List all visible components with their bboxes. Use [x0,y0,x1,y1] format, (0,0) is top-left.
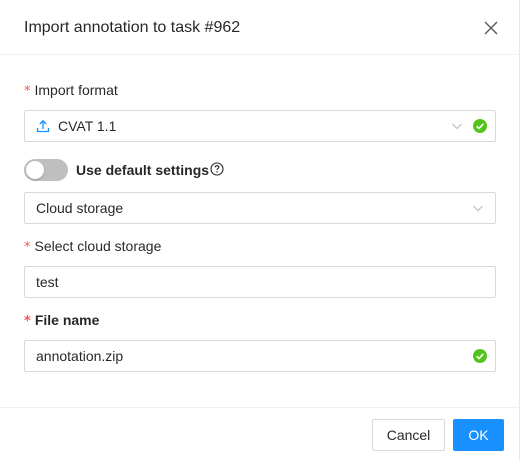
switch-knob [26,161,44,179]
file-name-input[interactable]: annotation.zip [24,340,496,372]
chevron-down-icon [452,123,462,130]
required-mark: * [24,314,31,329]
storage-source-value: Cloud storage [36,200,124,216]
check-circle-icon [473,349,487,363]
import-format-label: * Import format [24,80,118,102]
use-default-settings-label: Use default settings [76,162,210,178]
import-format-value: CVAT 1.1 [58,118,117,134]
import-format-select[interactable]: CVAT 1.1 [24,110,496,142]
modal-title: Import annotation to task #962 [24,19,241,36]
close-icon[interactable] [480,17,502,39]
file-name-value: annotation.zip [36,348,124,364]
modal-header: Import annotation to task #962 [0,0,520,55]
import-format-label-text: Import format [34,82,118,98]
use-default-settings-switch[interactable] [24,159,68,181]
cloud-storage-value: test [36,274,59,290]
ok-button[interactable]: OK [453,419,504,451]
upload-icon [36,119,50,133]
check-circle-icon [473,119,487,133]
chevron-down-icon [473,205,483,212]
required-mark: * [24,84,31,99]
file-name-label: * File name [24,310,99,332]
cloud-storage-input[interactable]: test [24,266,496,298]
required-mark: * [24,240,31,255]
import-annotation-modal: Import annotation to task #962 * Import f… [0,0,520,460]
cancel-button[interactable]: Cancel [372,419,445,451]
modal-footer: Cancel OK [0,407,520,460]
file-name-label-text: File name [34,312,100,328]
storage-source-select[interactable]: Cloud storage [24,192,496,224]
cloud-storage-label-text: Select cloud storage [34,238,162,254]
cloud-storage-label: * Select cloud storage [24,236,161,258]
question-circle-icon[interactable] [210,162,224,176]
